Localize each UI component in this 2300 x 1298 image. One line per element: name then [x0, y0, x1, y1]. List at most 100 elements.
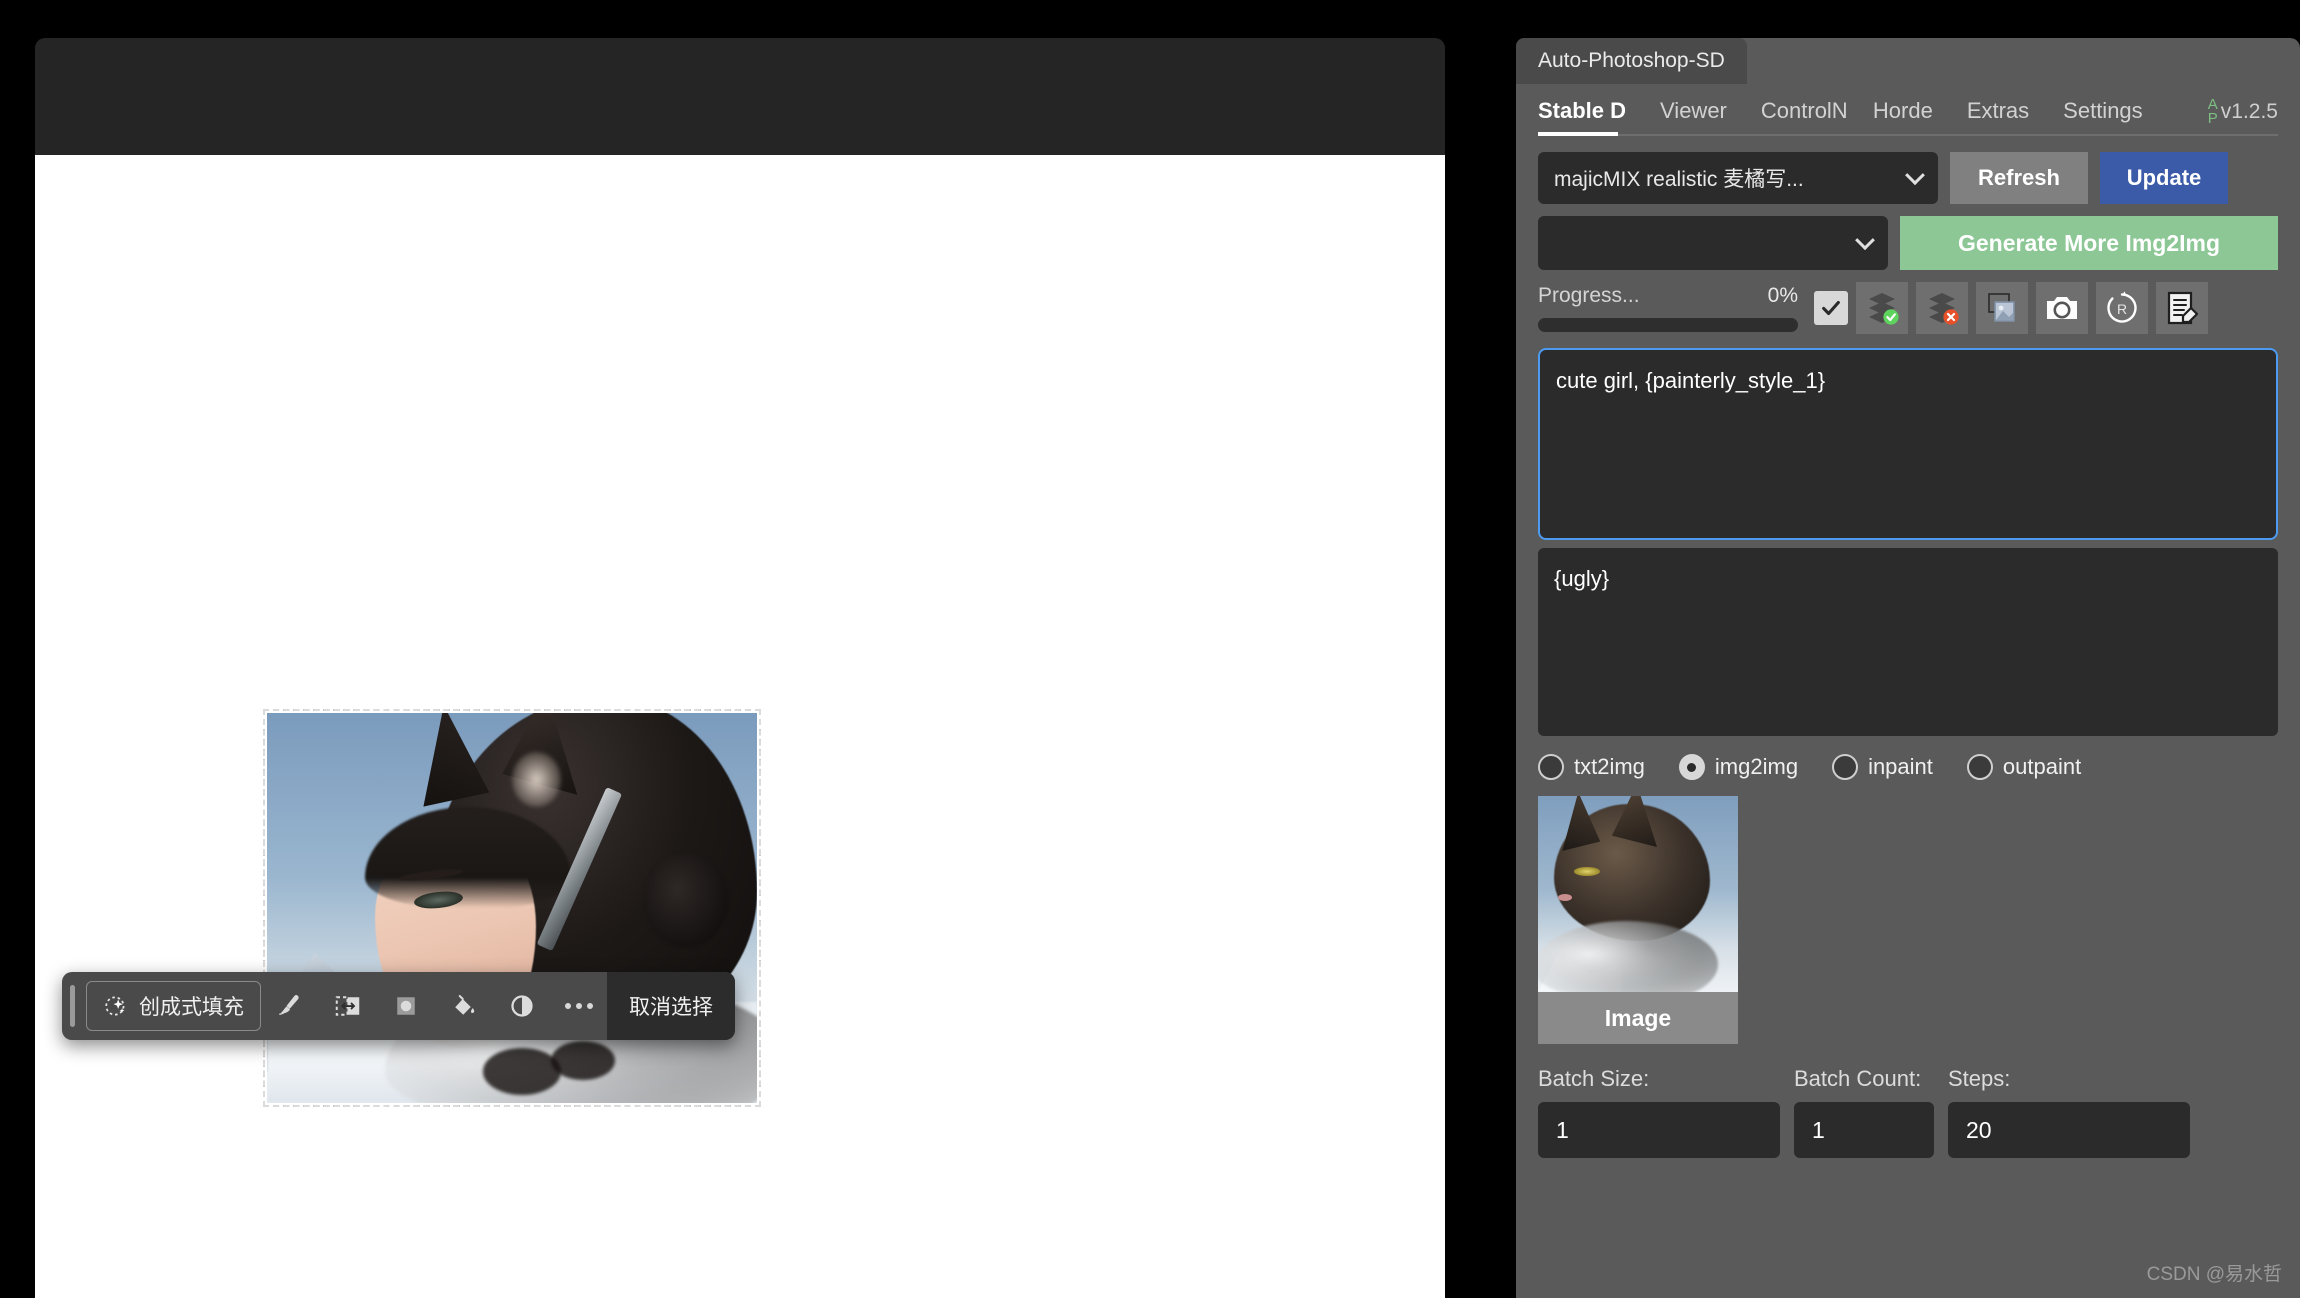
panel-tab-label: Auto-Photoshop-SD: [1538, 49, 1725, 72]
radio-label: inpaint: [1868, 754, 1933, 779]
adjustment-icon[interactable]: [493, 972, 551, 1040]
screen-root: 创成式填充 取消选择 Auto-Photoshop-SD Stable D Vi…: [0, 0, 2300, 1298]
radio-icon: [1832, 754, 1859, 780]
progress-head: Progress... 0%: [1538, 284, 1798, 308]
nav-item-label: ControlN: [1760, 98, 1848, 123]
batch-count-value: 1: [1812, 1116, 1825, 1143]
source-image-thumbnail[interactable]: Image: [1538, 796, 1738, 1044]
update-button[interactable]: Update: [2100, 152, 2228, 204]
ap-logo-icon: A P: [2207, 97, 2218, 127]
negative-prompt-value: {ugly}: [1554, 566, 1610, 591]
version-block: A P v1.2.5: [2207, 97, 2278, 136]
deselect-button[interactable]: 取消选择: [607, 972, 735, 1040]
nav-active-underline: [1538, 132, 1618, 136]
nav-item-extras[interactable]: Extras: [1967, 98, 2029, 136]
thumb-cat-nose-shape: [1558, 894, 1572, 901]
progress-label: Progress...: [1538, 284, 1640, 307]
nav-item-label: Extras: [1966, 98, 2030, 123]
field-labels-row: Batch Size: Batch Count: Steps:: [1538, 1066, 2278, 1092]
radio-inpaint[interactable]: inpaint: [1832, 754, 1933, 780]
mode-radio-group: txt2img img2img inpaint outpaint: [1538, 754, 2278, 780]
progress-percent: 0%: [1767, 284, 1798, 307]
photoshop-canvas[interactable]: 创成式填充 取消选择: [35, 155, 1445, 1298]
icon-toolbar: R: [1814, 282, 2208, 334]
panel-body: majicMIX realistic 麦橘写... Refresh Update…: [1516, 136, 2300, 1158]
nav-item-stable-d[interactable]: Stable D: [1538, 98, 1626, 136]
radio-icon-selected: [1678, 754, 1705, 780]
nav-item-viewer[interactable]: Viewer: [1660, 98, 1727, 136]
layers-reject-icon[interactable]: [1916, 282, 1968, 334]
pom-shape: [644, 853, 728, 947]
generative-fill-label: 创成式填充: [139, 996, 244, 1019]
panel-tabstrip: Auto-Photoshop-SD: [1516, 38, 2300, 84]
refresh-label: Refresh: [1978, 165, 2060, 190]
fur-stripe-shape: [551, 1040, 615, 1080]
positive-prompt-value: cute girl, {painterly_style_1}: [1556, 368, 1826, 393]
plugin-panel: Auto-Photoshop-SD Stable D Viewer Contro…: [1516, 38, 2300, 1298]
image-frame-icon[interactable]: [1976, 282, 2028, 334]
radio-img2img[interactable]: img2img: [1678, 754, 1799, 780]
thumbnail-image: [1538, 796, 1738, 992]
contextual-toolbar[interactable]: 创成式填充 取消选择: [62, 972, 735, 1040]
batch-size-input[interactable]: 1: [1538, 1102, 1780, 1158]
generate-label: Generate More Img2Img: [1957, 229, 2221, 256]
steps-value: 20: [1966, 1116, 1992, 1143]
nav-item-label: Settings: [2063, 98, 2143, 123]
steps-input[interactable]: 20: [1948, 1102, 2190, 1158]
nav-item-horde[interactable]: Horde: [1873, 98, 1933, 136]
ear-fluff-shape: [512, 752, 561, 807]
negative-prompt-input[interactable]: {ugly}: [1538, 548, 2278, 736]
radio-label: img2img: [1714, 754, 1799, 779]
positive-prompt-input[interactable]: cute girl, {painterly_style_1}: [1538, 348, 2278, 540]
generated-artwork-image: [267, 713, 757, 1103]
refresh-r-icon[interactable]: R: [2096, 282, 2148, 334]
refresh-button[interactable]: Refresh: [1950, 152, 2088, 204]
canvas-selection-region[interactable]: [263, 709, 761, 1107]
svg-text:R: R: [2117, 301, 2127, 317]
batch-size-value: 1: [1556, 1116, 1569, 1143]
field-inputs-row: 1 1 20: [1538, 1102, 2278, 1158]
generative-fill-button[interactable]: 创成式填充: [86, 981, 261, 1031]
mask-icon[interactable]: [377, 972, 435, 1040]
nav-item-label: Stable D: [1538, 98, 1627, 123]
radio-outpaint[interactable]: outpaint: [1966, 754, 2082, 780]
layers-accept-icon[interactable]: [1856, 282, 1908, 334]
generate-row: Generate More Img2Img: [1538, 216, 2278, 270]
panel-nav: Stable D Viewer ControlN Horde Extras Se…: [1516, 84, 2300, 136]
batch-size-label: Batch Size:: [1538, 1066, 1650, 1091]
checkbox-checked[interactable]: [1814, 291, 1848, 325]
nav-item-settings[interactable]: Settings: [2063, 98, 2143, 136]
sparkle-icon: [103, 993, 129, 1019]
progress-bar: [1538, 318, 1798, 332]
radio-icon: [1966, 754, 1993, 780]
deselect-label: 取消选择: [629, 996, 713, 1019]
update-label: Update: [2126, 165, 2202, 190]
chevron-down-icon: [1855, 230, 1875, 251]
toolbar-drag-handle[interactable]: [62, 972, 82, 1040]
radio-txt2img[interactable]: txt2img: [1538, 754, 1645, 780]
nav-separator: [1538, 134, 2278, 136]
version-label: v1.2.5: [2220, 100, 2278, 123]
paint-bucket-icon[interactable]: [435, 972, 493, 1040]
watermark: CSDN @易水哲: [2146, 1264, 2282, 1285]
brush-icon[interactable]: [261, 972, 319, 1040]
nav-item-label: Horde: [1872, 98, 1933, 123]
select-and-mask-icon[interactable]: [319, 972, 377, 1040]
ap-logo-bottom: P: [2207, 110, 2218, 127]
secondary-select[interactable]: [1538, 216, 1888, 270]
panel-tab-auto-photoshop-sd[interactable]: Auto-Photoshop-SD: [1516, 38, 1747, 84]
thumb-cat-ruff-shape: [1538, 921, 1718, 992]
generate-more-img2img-button[interactable]: Generate More Img2Img: [1900, 216, 2278, 270]
document-edit-icon[interactable]: [2156, 282, 2208, 334]
nav-item-controlnet[interactable]: ControlN: [1761, 98, 1853, 136]
model-select[interactable]: majicMIX realistic 麦橘写...: [1538, 152, 1938, 204]
progress-row: Progress... 0% R: [1538, 282, 2278, 334]
more-options-icon[interactable]: [551, 972, 607, 1040]
batch-count-input[interactable]: 1: [1794, 1102, 1934, 1158]
radio-label: outpaint: [2002, 754, 2082, 779]
fur-stripe-shape: [482, 1048, 561, 1096]
model-row: majicMIX realistic 麦橘写... Refresh Update: [1538, 152, 2278, 204]
progress-block: Progress... 0%: [1538, 284, 1798, 332]
radio-icon: [1538, 754, 1564, 780]
camera-icon[interactable]: [2036, 282, 2088, 334]
